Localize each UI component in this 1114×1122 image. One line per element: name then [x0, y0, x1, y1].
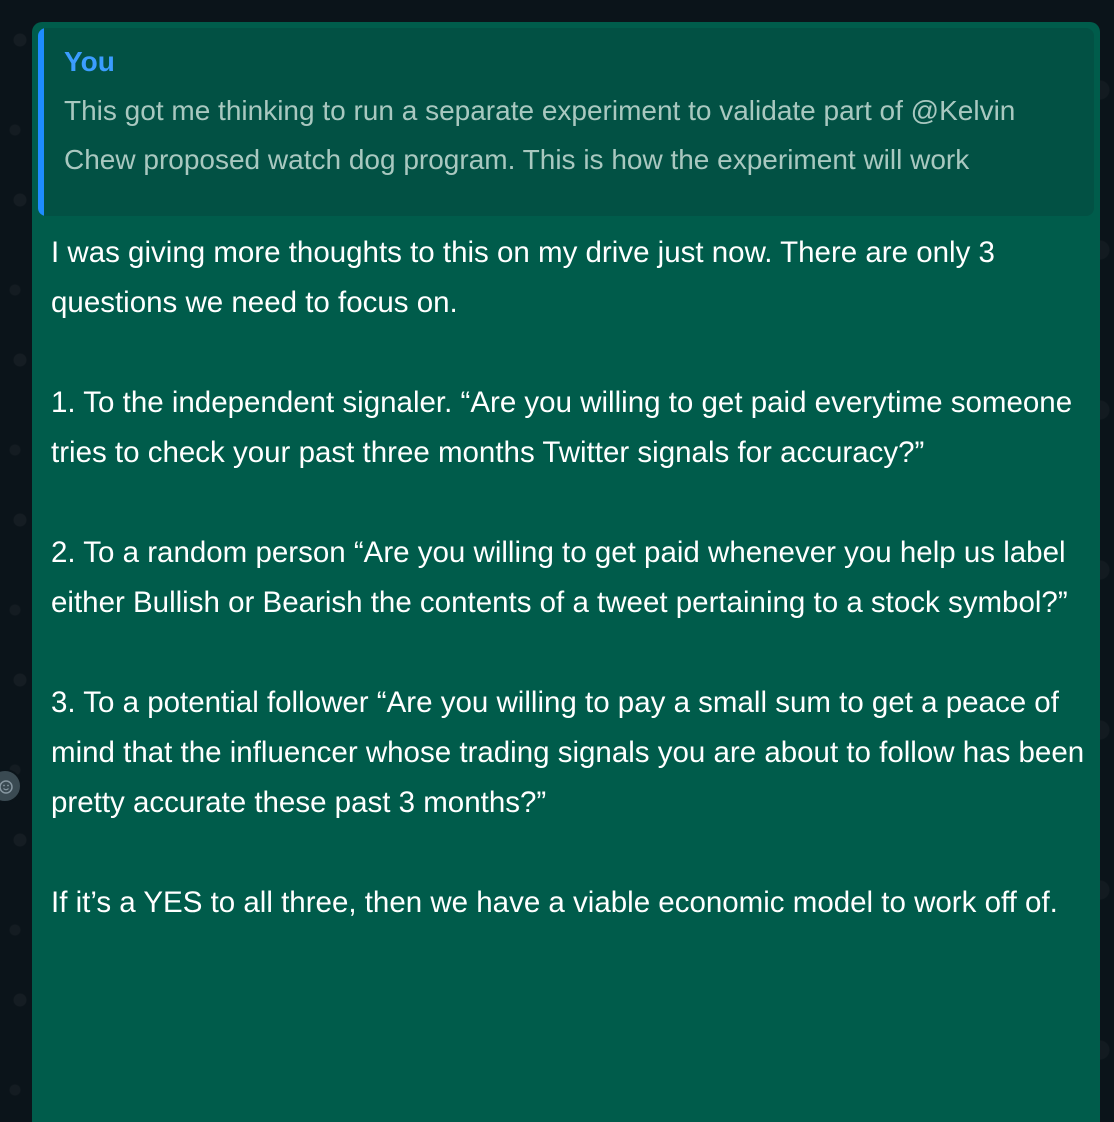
message-bubble[interactable]: You This got me thinking to run a separa…	[32, 22, 1100, 1122]
message-paragraph: I was giving more thoughts to this on my…	[51, 236, 995, 319]
quote-accent-bar	[38, 28, 44, 216]
message-paragraph: 3. To a potential follower “Are you will…	[51, 686, 1085, 819]
message-paragraph: If it’s a YES to all three, then we have…	[51, 886, 1058, 919]
quoted-text: This got me thinking to run a separate e…	[64, 95, 1016, 175]
message-paragraph: 2. To a random person “Are you willing t…	[51, 536, 1068, 619]
quoted-author: You	[64, 46, 115, 77]
message-text: I was giving more thoughts to this on my…	[51, 228, 1091, 928]
message-paragraph: 1. To the independent signaler. “Are you…	[51, 386, 1073, 469]
quoted-message[interactable]: You This got me thinking to run a separa…	[38, 28, 1094, 216]
